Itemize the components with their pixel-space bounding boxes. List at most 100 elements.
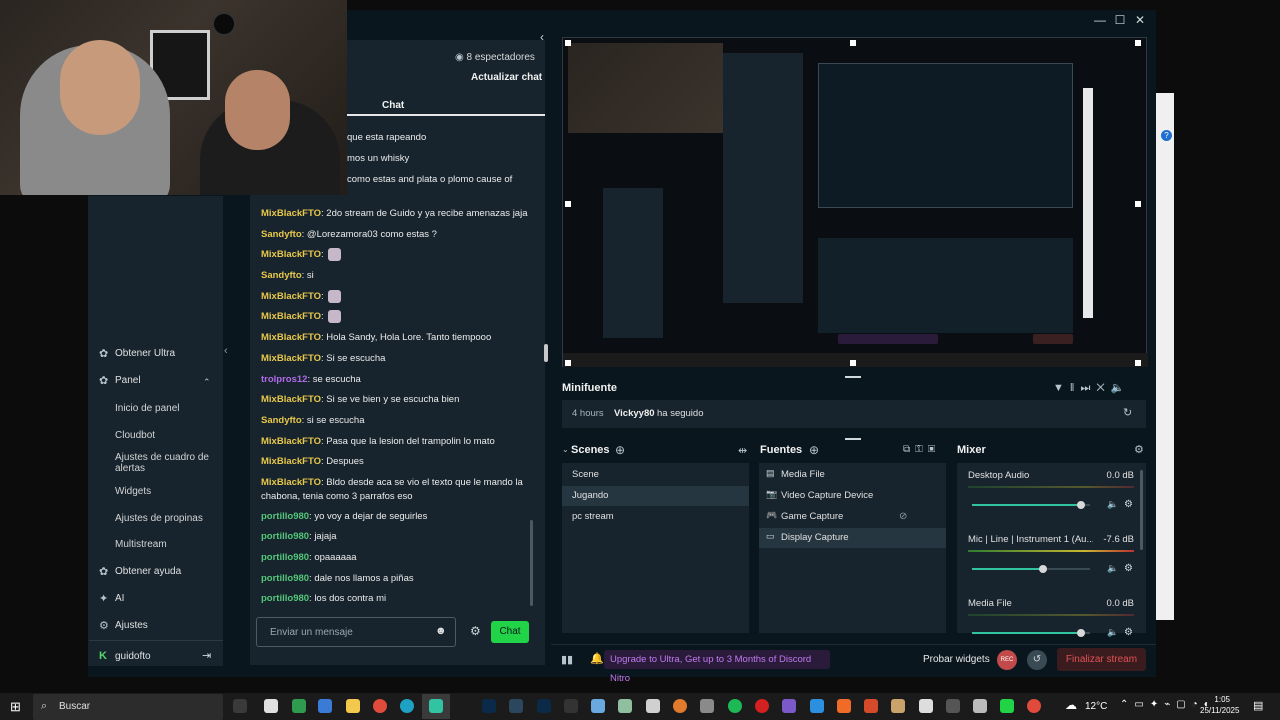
volume-slider[interactable] — [972, 565, 1090, 573]
chat-username[interactable]: Sandyfto — [261, 229, 302, 240]
replay-buffer-button[interactable]: ↺ — [1027, 650, 1047, 670]
photoshop-icon[interactable] — [482, 699, 496, 713]
divider-grip[interactable] — [845, 438, 861, 440]
chat-username[interactable]: portillo980 — [261, 511, 309, 522]
app-icon[interactable] — [946, 699, 960, 713]
help-badge-icon[interactable]: ? — [1161, 130, 1172, 141]
spotify-icon[interactable] — [728, 699, 742, 713]
chrome-icon[interactable] — [373, 699, 387, 713]
chat-username[interactable]: MixBlackFTO — [261, 456, 321, 467]
resize-handle[interactable] — [565, 40, 571, 46]
file-explorer-icon[interactable] — [346, 699, 360, 713]
speaker-icon[interactable]: 🔈 — [1107, 627, 1118, 638]
test-widgets-button[interactable]: Probar widgets — [923, 654, 990, 665]
chat-message-input[interactable]: Enviar un mensaje ☻ — [256, 617, 456, 647]
steam-icon[interactable] — [509, 699, 523, 713]
streamlabs-icon[interactable] — [429, 699, 443, 713]
lock-icon[interactable]: ⚿ — [915, 444, 928, 455]
replay-icon[interactable]: ↻ — [1123, 406, 1132, 419]
chrome-icon[interactable] — [1027, 699, 1041, 713]
channel-settings-icon[interactable]: ⚙ — [1124, 627, 1133, 638]
add-scene-icon[interactable]: ⊕ — [615, 443, 625, 457]
nav-multistream[interactable]: Multistream — [115, 539, 215, 550]
divider-grip[interactable] — [845, 376, 861, 378]
app-icon[interactable] — [837, 699, 851, 713]
app-icon[interactable] — [618, 699, 632, 713]
app-icon[interactable] — [891, 699, 905, 713]
chat-tab[interactable]: Chat — [347, 96, 545, 116]
taskbar-search[interactable]: ⌕ Buscar — [33, 694, 223, 720]
chat-username[interactable]: MixBlackFTO — [261, 291, 321, 302]
folder-icon[interactable]: ▣ — [928, 444, 941, 455]
nav-widgets[interactable]: Widgets — [115, 486, 215, 497]
app-icon[interactable] — [782, 699, 796, 713]
resize-handle[interactable] — [1135, 201, 1141, 207]
chat-username[interactable]: MixBlackFTO — [261, 436, 321, 447]
speaker-icon[interactable]: 🔈 — [1107, 563, 1118, 574]
scene-item[interactable]: Scene — [562, 465, 749, 485]
close-button[interactable]: ✕ — [1130, 12, 1150, 28]
app-icon[interactable] — [318, 699, 332, 713]
app-icon[interactable] — [864, 699, 878, 713]
app-icon[interactable] — [700, 699, 714, 713]
app-icon[interactable] — [646, 699, 660, 713]
chat-settings-icon[interactable]: ⚙ — [470, 624, 481, 638]
chat-username[interactable]: Sandyfto — [261, 415, 302, 426]
emoji-icon[interactable]: ☻ — [435, 625, 447, 637]
logout-icon[interactable]: ⇥ — [202, 649, 211, 662]
notification-icon[interactable]: 🔔 — [590, 652, 604, 665]
channel-settings-icon[interactable]: ⚙ — [1124, 563, 1133, 574]
resize-handle[interactable] — [565, 360, 571, 366]
app-icon[interactable] — [591, 699, 605, 713]
nav-cloudbot[interactable]: Cloudbot — [115, 430, 215, 441]
nav-ajustes-propinas[interactable]: Ajustes de propinas — [115, 513, 215, 524]
volume-slider-knob[interactable] — [1038, 565, 1047, 573]
mute-alerts-icon[interactable]: ✕ — [1096, 382, 1110, 394]
skip-icon[interactable]: ⏭ — [1080, 382, 1096, 394]
source-item[interactable]: 📷 Video Capture Device — [759, 486, 946, 506]
task-view-icon[interactable] — [233, 699, 247, 713]
chat-username[interactable]: MixBlackFTO — [261, 353, 321, 364]
app-icon[interactable] — [810, 699, 824, 713]
chat-username[interactable]: MixBlackFTO — [261, 332, 321, 343]
scene-item[interactable]: Jugando — [562, 486, 749, 506]
mixer-settings-icon[interactable]: ⚙ — [1134, 443, 1144, 456]
maximize-button[interactable]: ☐ — [1110, 12, 1130, 28]
end-stream-button[interactable]: Finalizar stream — [1057, 648, 1146, 671]
nav-inicio-de-panel[interactable]: Inicio de panel — [115, 403, 215, 414]
chat-username[interactable]: Sandyfto — [261, 270, 302, 281]
app-icon[interactable] — [400, 699, 414, 713]
nav-ajustes-cuadro-alertas[interactable]: Ajustes de cuadro de alertas — [115, 452, 210, 474]
upgrade-promo-button[interactable]: Upgrade to Ultra, Get up to 3 Months of … — [604, 650, 830, 684]
app-icon[interactable] — [564, 699, 578, 713]
volume-slider[interactable] — [972, 629, 1090, 637]
group-icon[interactable]: ⧉ — [903, 444, 915, 455]
app-icon[interactable] — [264, 699, 278, 713]
resize-handle[interactable] — [850, 360, 856, 366]
app-icon[interactable] — [973, 699, 987, 713]
source-item[interactable]: 🎮 Game Capture — [759, 507, 946, 527]
volume-slider-knob[interactable] — [1076, 501, 1085, 509]
chat-username[interactable]: portillo980 — [261, 573, 309, 584]
chevron-down-icon[interactable]: ⌄ — [562, 445, 569, 454]
windows-start-icon[interactable]: ⊞ — [10, 699, 21, 715]
chat-username[interactable]: MixBlackFTO — [261, 208, 321, 219]
volume-icon[interactable]: 🔈 — [1111, 382, 1131, 394]
app-icon[interactable] — [919, 699, 933, 713]
stats-icon[interactable]: ▮▮ — [561, 653, 573, 666]
app-icon[interactable] — [292, 699, 306, 713]
chat-username[interactable]: trolpros12 — [261, 374, 307, 385]
speaker-icon[interactable]: 🔈 — [1107, 499, 1118, 510]
filter-icon[interactable]: ▼ — [1053, 382, 1070, 394]
minimize-button[interactable]: — — [1090, 12, 1110, 28]
resize-handle[interactable] — [565, 201, 571, 207]
opera-icon[interactable] — [755, 699, 769, 713]
lightroom-icon[interactable] — [537, 699, 551, 713]
app-icon[interactable] — [1000, 699, 1014, 713]
source-item[interactable]: ▤ Media File — [759, 465, 946, 485]
chat-username[interactable]: MixBlackFTO — [261, 394, 321, 405]
collapse-nav-icon[interactable]: ‹ — [224, 345, 228, 357]
volume-slider-knob[interactable] — [1076, 629, 1085, 637]
mixer-scrollbar[interactable] — [1140, 470, 1143, 550]
scene-item[interactable]: pc stream — [562, 507, 749, 527]
